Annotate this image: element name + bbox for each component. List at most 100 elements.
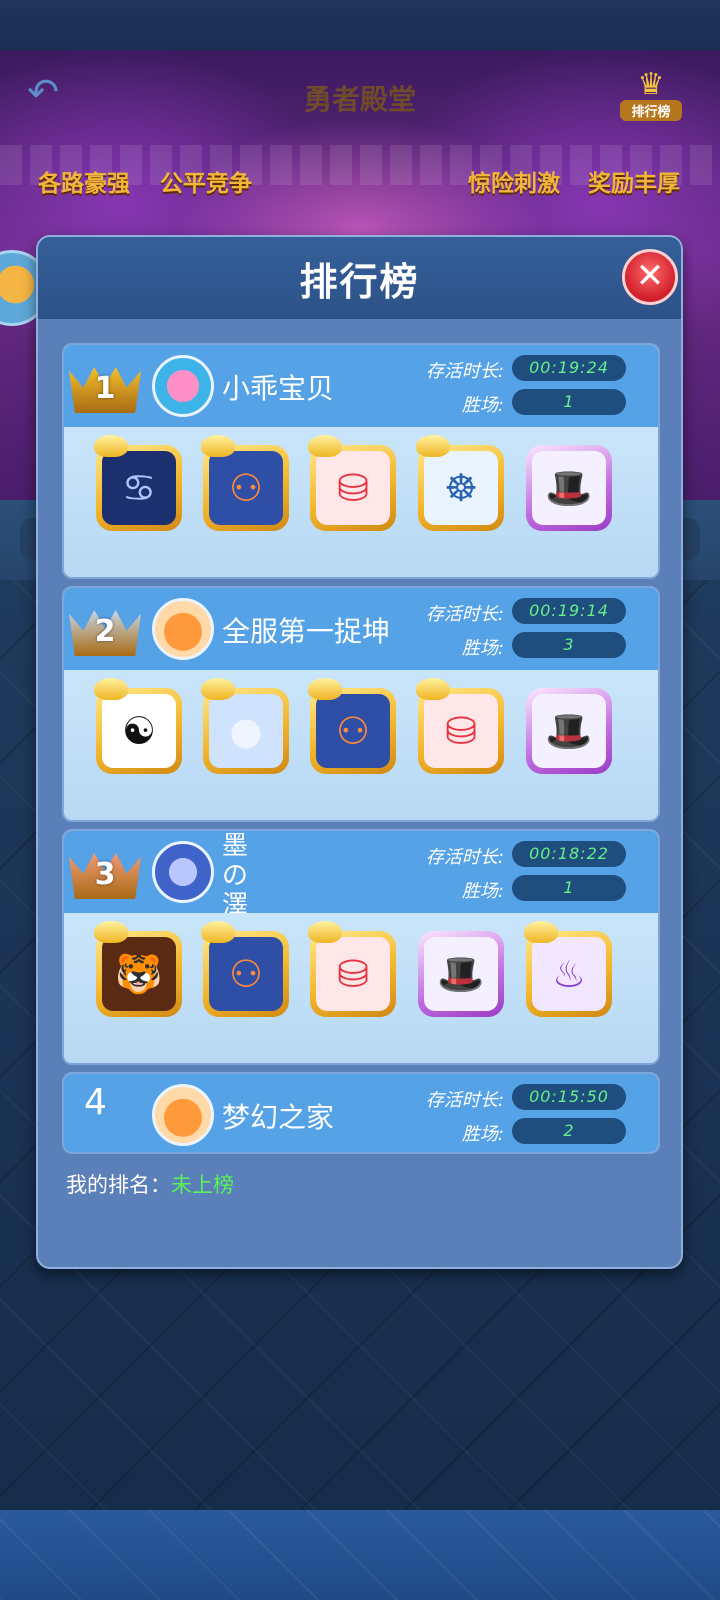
banner-text: 惊险刺激 [468,171,560,197]
skills-panel: ♋ ⚇ ⛁ ☸ 🎩 [64,427,658,577]
banner-text: 各路豪强 [38,171,130,197]
dragon-ornament-icon [308,678,342,700]
skill-image: ⛁ [424,694,498,768]
survival-time-label: 存活时长: [425,1090,504,1111]
red-cylinder-icon[interactable]: ⛁ [308,435,396,531]
rank-crown-icon: 3 [69,839,141,901]
wins-label: 胜场: [461,1124,504,1145]
skill-image: ♨ [532,937,606,1011]
rank-crown-icon: 2 [69,596,141,658]
banner-text: 奖励丰厚 [588,171,680,197]
leaderboard-entry[interactable]: 2 全服第一捉坤 存活时长: 00:19:14 胜场: 3 ☯ ● ⚇ ⛁ 🎩 [62,586,660,822]
modal-header: 排行榜 ✕ [38,237,681,319]
player-name: 小乖宝贝 [222,372,335,405]
fire-spirit-avatar-icon[interactable] [152,598,214,660]
wins-value: 3 [512,632,626,658]
entry-header: 1 小乖宝贝 存活时长: 00:19:24 胜场: 1 [64,345,658,427]
crown-icon: ♛ [637,67,665,102]
survival-time-value: 00:15:50 [512,1084,626,1110]
rank-number: 1 [94,371,116,406]
dragon-ornament-icon [201,435,235,457]
entry-header: 4 梦幻之家 存活时长: 00:15:50 胜场: 2 [64,1074,658,1152]
dragon-ornament-icon [416,435,450,457]
dragon-ornament-icon [94,921,128,943]
yin-yang-icon[interactable]: ☯ [94,678,182,774]
skills-panel: 🐯 ⚇ ⛁ 🎩 ♨ [64,913,658,1063]
skill-image: ☸ [424,451,498,525]
skill-image: ⚇ [209,937,283,1011]
wins-label: 胜场: [461,395,504,416]
survival-time-label: 存活时长: [425,847,504,868]
survival-time-value: 00:19:14 [512,598,626,624]
wins-value: 1 [512,875,626,901]
dragon-ornament-icon [94,678,128,700]
skill-image: ⛁ [316,937,390,1011]
dragon-ornament-icon [524,921,558,943]
body-silhouette-icon[interactable]: ⚇ [308,678,396,774]
diamond-badge-avatar-icon[interactable] [152,841,214,903]
ranking-entry-button[interactable]: ♛ 排行榜 [620,70,682,130]
skill-image: ⚇ [316,694,390,768]
meditation-icon[interactable]: ☸ [416,435,504,531]
crab-icon[interactable]: ♋ [94,435,182,531]
dragon-ornament-icon [201,921,235,943]
magic-hat-icon[interactable]: 🎩 [418,931,504,1017]
dragon-ornament-icon [308,921,342,943]
my-rank-label: 我的排名： [66,1173,171,1197]
status-strip [0,0,720,50]
fire-spirit-avatar-icon[interactable] [152,1084,214,1146]
wins-value: 1 [512,389,626,415]
survival-time-label: 存活时长: [425,361,504,382]
leaderboard-entry[interactable]: 4 梦幻之家 存活时长: 00:15:50 胜场: 2 [62,1072,660,1154]
skill-image: 🎩 [532,451,606,525]
banner-text: 公平竞争 [160,171,252,197]
survival-time-value: 00:18:22 [512,841,626,867]
skill-image: ⛁ [316,451,390,525]
moon-icon[interactable]: ● [201,678,289,774]
ranking-entry-label: 排行榜 [620,100,682,121]
page-title: 勇者殿堂 [303,83,416,116]
pink-creature-avatar-icon[interactable] [152,355,214,417]
rank-number: 3 [94,857,116,892]
skill-image: ♋ [102,451,176,525]
entry-header: 3 墨の澤 存活时长: 00:18:22 胜场: 1 [64,831,658,921]
skills-panel: ☯ ● ⚇ ⛁ 🎩 [64,670,658,820]
bottom-bar [0,1510,720,1600]
rank-number: 4 [84,1082,107,1123]
leaderboard-modal: 排行榜 ✕ 1 小乖宝贝 存活时长: 00:19:24 胜场: 1 ♋ ⚇ ⛁ ☸ 🎩 2 全服第一捉坤… [36,235,683,1269]
red-cylinder-icon[interactable]: ⛁ [416,678,504,774]
dragon-ornament-icon [308,435,342,457]
survival-time-value: 00:19:24 [512,355,626,381]
body-silhouette-icon[interactable]: ⚇ [201,921,289,1017]
entry-header: 2 全服第一捉坤 存活时长: 00:19:14 胜场: 3 [64,588,658,670]
purple-flame-altar-icon[interactable]: ♨ [524,921,612,1017]
tiger-icon[interactable]: 🐯 [94,921,182,1017]
skill-image: 🐯 [102,937,176,1011]
close-icon[interactable]: ✕ [622,249,678,305]
rank-number: 2 [94,614,116,649]
skill-image: 🎩 [532,694,606,768]
magic-hat-icon[interactable]: 🎩 [526,688,612,774]
skill-image: ⚇ [209,451,283,525]
dragon-ornament-icon [201,678,235,700]
player-name: 墨の澤 [222,831,249,921]
dragon-ornament-icon [94,435,128,457]
magic-hat-icon[interactable]: 🎩 [526,445,612,531]
wins-label: 胜场: [461,881,504,902]
body-silhouette-icon[interactable]: ⚇ [201,435,289,531]
skill-image: 🎩 [424,937,498,1011]
player-name: 全服第一捉坤 [222,615,391,648]
wins-label: 胜场: [461,638,504,659]
survival-time-label: 存活时长: [425,604,504,625]
wins-value: 2 [512,1118,626,1144]
leaderboard-entry[interactable]: 3 墨の澤 存活时长: 00:18:22 胜场: 1 🐯 ⚇ ⛁ 🎩 ♨ [62,829,660,1065]
skill-image: ☯ [102,694,176,768]
dragon-ornament-icon [416,678,450,700]
my-rank: 我的排名：未上榜 [66,1169,234,1199]
red-cylinder-icon[interactable]: ⛁ [308,921,396,1017]
skill-image: ● [209,694,283,768]
modal-title: 排行榜 [299,260,420,304]
my-rank-value: 未上榜 [171,1173,234,1197]
rank-crown-icon: 1 [69,353,141,415]
leaderboard-entry[interactable]: 1 小乖宝贝 存活时长: 00:19:24 胜场: 1 ♋ ⚇ ⛁ ☸ 🎩 [62,343,660,579]
